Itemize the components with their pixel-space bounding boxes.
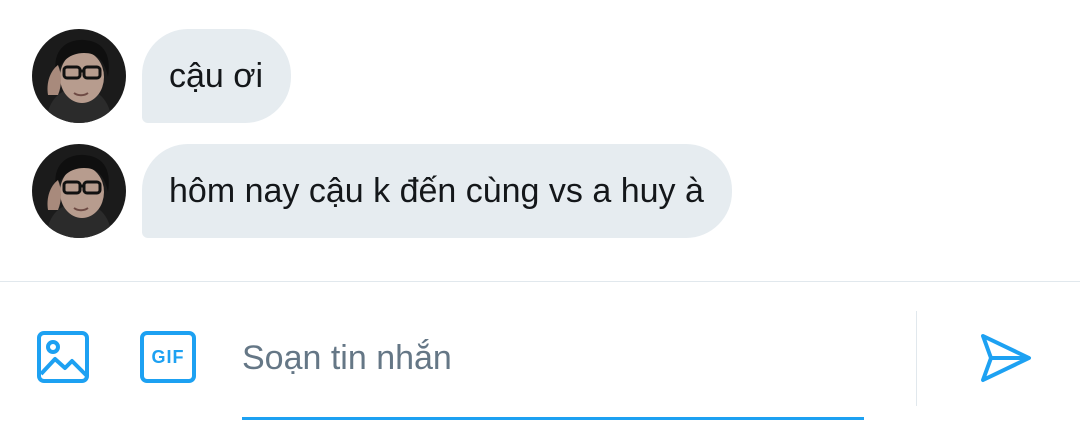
message-row: cậu ơi [32,29,292,123]
gif-label: GIF [151,346,185,367]
message-input[interactable] [242,330,864,386]
message-bubble[interactable]: cậu ơi [142,29,292,123]
send-icon[interactable] [978,330,1034,386]
message-bubble[interactable]: hôm nay cậu k đến cùng vs a huy à [142,144,732,238]
image-icon[interactable] [34,329,92,385]
send-separator [916,311,917,406]
composer-divider [0,281,1080,282]
avatar[interactable] [32,29,126,123]
input-underline [242,417,864,420]
message-composer [242,330,864,420]
message-row: hôm nay cậu k đến cùng vs a huy à [32,144,732,238]
gif-icon[interactable]: GIF [138,329,198,385]
avatar[interactable] [32,144,126,238]
